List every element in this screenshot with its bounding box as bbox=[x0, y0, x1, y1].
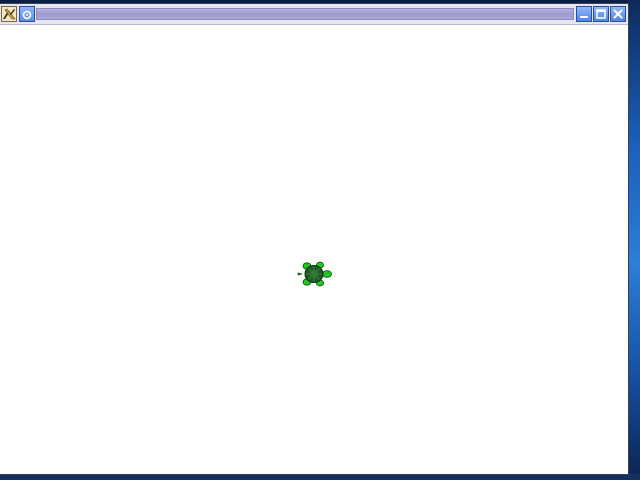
maximize-icon[interactable] bbox=[593, 6, 609, 22]
title-bar[interactable] bbox=[0, 4, 628, 25]
drawing-canvas[interactable] bbox=[0, 25, 628, 474]
turtle-icon bbox=[297, 261, 332, 287]
desktop-bottom-edge bbox=[0, 474, 640, 480]
minimize-icon[interactable] bbox=[576, 6, 592, 22]
sticky-icon[interactable] bbox=[19, 6, 35, 22]
title-bar-fill[interactable] bbox=[36, 8, 574, 20]
turtle-graphics-window bbox=[0, 4, 628, 474]
close-icon[interactable] bbox=[610, 6, 626, 22]
window-menu-icon[interactable] bbox=[1, 6, 17, 22]
desktop-right-edge bbox=[628, 0, 640, 480]
